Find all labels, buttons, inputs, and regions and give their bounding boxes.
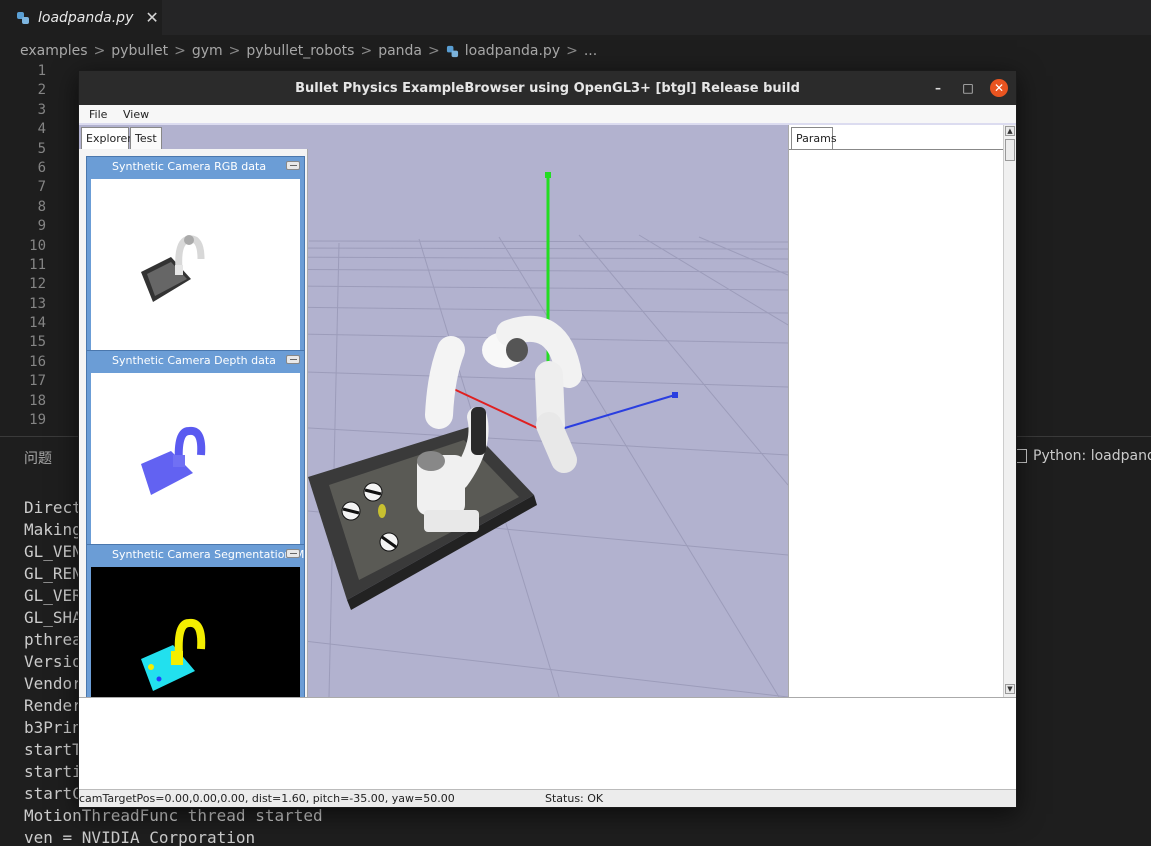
terminal-line: MotionThreadFunc thread started <box>24 806 323 825</box>
camera-rgb-image <box>91 179 300 350</box>
bullet-window[interactable]: Bullet Physics ExampleBrowser using Open… <box>78 70 1017 808</box>
scroll-down-icon[interactable]: ▼ <box>1005 684 1015 694</box>
bullet-title-bar[interactable]: Bullet Physics ExampleBrowser using Open… <box>79 71 1016 105</box>
python-icon <box>446 45 458 57</box>
line-number: 18 <box>29 392 46 409</box>
explorer-tabs: Explorer Test <box>79 125 309 151</box>
chevron-right-icon: > <box>428 43 440 59</box>
breadcrumb-item-symbols[interactable]: ... <box>584 43 597 59</box>
breadcrumb-item-pybullet-robots[interactable]: pybullet_robots <box>246 43 354 59</box>
camera-status: camTargetPos=0.00,0.00,0.00, dist=1.60, … <box>79 792 455 805</box>
z-axis-marker <box>672 392 678 398</box>
line-number: 15 <box>29 334 46 351</box>
line-number: 13 <box>29 295 46 312</box>
chevron-right-icon: > <box>360 43 373 59</box>
camera-depth-title: Synthetic Camera Depth data <box>112 354 276 367</box>
close-icon[interactable]: ✕ <box>990 79 1008 97</box>
line-number: 4 <box>37 121 46 138</box>
minimize-icon[interactable]: – <box>929 79 947 97</box>
scroll-thumb[interactable] <box>1005 139 1015 161</box>
breadcrumb-item-pybullet[interactable]: pybullet <box>111 43 168 59</box>
breadcrumb-item-examples[interactable]: examples <box>20 43 88 59</box>
breadcrumb-item-panda[interactable]: panda <box>378 43 422 59</box>
line-number: 6 <box>37 159 46 176</box>
scroll-up-icon[interactable]: ▲ <box>1005 126 1015 136</box>
chevron-right-icon: > <box>228 43 241 59</box>
y-axis-marker <box>545 172 551 178</box>
maximize-icon[interactable]: □ <box>959 79 977 97</box>
line-number: 5 <box>37 140 46 157</box>
line-number: 17 <box>29 373 46 390</box>
chevron-right-icon: > <box>174 43 186 59</box>
camera-segmentation-title: Synthetic Camera Segmentation Mask <box>112 548 304 561</box>
console-area[interactable] <box>79 697 1016 789</box>
camera-depth-panel[interactable]: Synthetic Camera Depth data <box>86 350 305 547</box>
breadcrumb-item-file[interactable]: loadpanda.py <box>465 43 560 59</box>
line-number-gutter: 1 2 3 4 5 6 7 8 9 10 11 12 13 14 15 16 1… <box>0 62 60 430</box>
line-number: 2 <box>37 82 46 99</box>
close-icon[interactable]: ✕ <box>145 8 158 27</box>
camera-rgb-panel[interactable]: Synthetic Camera RGB data <box>86 156 305 353</box>
line-number: 9 <box>37 218 46 235</box>
line-number: 14 <box>29 315 46 332</box>
line-number: 19 <box>29 412 46 429</box>
line-number: 12 <box>29 276 46 293</box>
line-number: 8 <box>37 198 46 215</box>
terminal-selector-label: Python: loadpanda <box>1033 448 1151 464</box>
minimize-icon[interactable] <box>286 549 300 558</box>
menu-file[interactable]: File <box>89 108 107 121</box>
python-icon <box>17 11 29 24</box>
params-scrollbar[interactable]: ▲ ▼ <box>1003 125 1016 697</box>
line-number: 10 <box>29 237 46 254</box>
terminal-line: ven = NVIDIA Corporation <box>24 828 256 846</box>
editor-tab-bar: loadpanda.py ✕ <box>0 0 1151 35</box>
camera-rgb-title: Synthetic Camera RGB data <box>112 160 267 173</box>
tab-test[interactable]: Test <box>130 127 162 149</box>
breadcrumb-item-gym[interactable]: gym <box>192 43 223 59</box>
line-number: 16 <box>29 353 46 370</box>
line-number: 7 <box>37 179 46 196</box>
status-bar: camTargetPos=0.00,0.00,0.00, dist=1.60, … <box>79 789 1016 807</box>
tab-explorer[interactable]: Explorer <box>81 127 132 149</box>
minimize-icon[interactable] <box>286 355 300 364</box>
menu-bar: File View <box>79 105 1016 123</box>
line-number: 1 <box>37 63 46 79</box>
tab-params[interactable]: Params <box>791 127 837 150</box>
params-tab-divider <box>789 149 1003 150</box>
camera-depth-image <box>91 373 300 544</box>
breadcrumb: examples > pybullet > gym > pybullet_rob… <box>20 40 597 62</box>
window-title: Bullet Physics ExampleBrowser using Open… <box>295 80 800 96</box>
chevron-right-icon: > <box>566 43 578 59</box>
line-number: 3 <box>37 101 46 118</box>
tab-problems[interactable]: 问题 <box>24 448 52 468</box>
minimize-icon[interactable] <box>286 161 300 170</box>
line-number: 11 <box>29 256 46 273</box>
params-panel[interactable]: Params <box>788 125 1003 697</box>
menu-view[interactable]: View <box>123 108 149 121</box>
tab-label: loadpanda.py <box>38 9 134 26</box>
editor-tab-loadpanda[interactable]: loadpanda.py ✕ <box>0 0 162 35</box>
status-text: Status: OK <box>545 792 604 805</box>
chevron-right-icon: > <box>93 43 106 59</box>
terminal-selector[interactable]: Python: loadpanda <box>1015 448 1151 464</box>
